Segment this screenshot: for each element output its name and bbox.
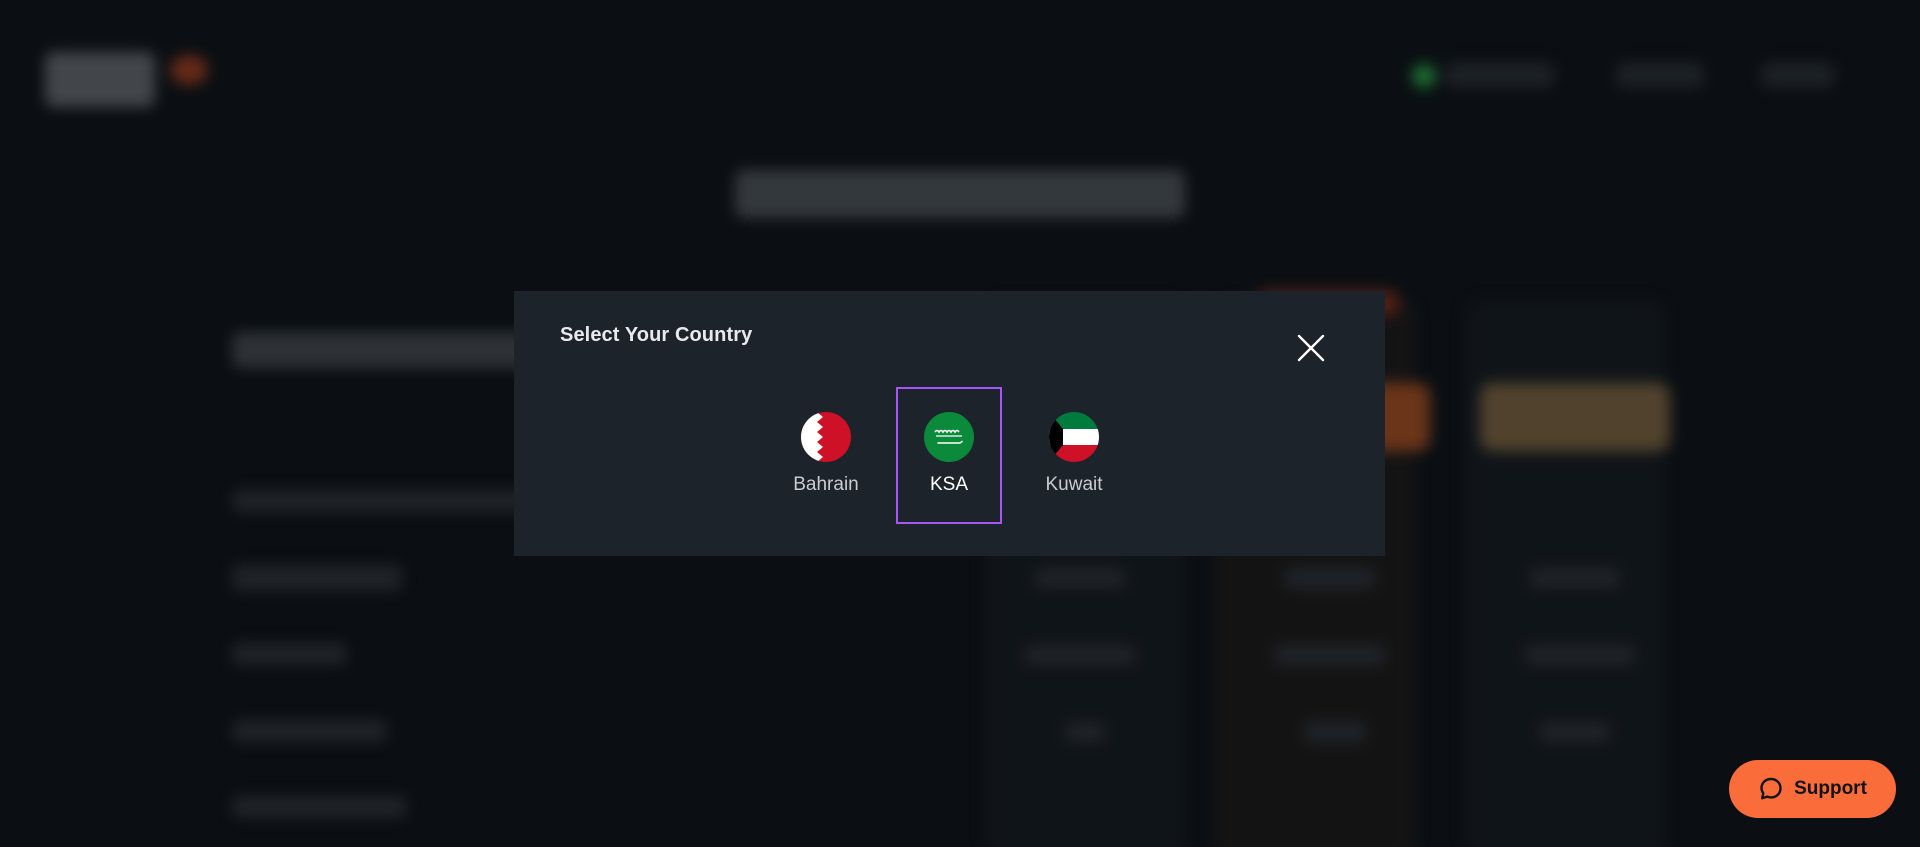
modal-title: Select Your Country	[560, 324, 753, 346]
text-line	[1275, 645, 1385, 665]
text-line	[1285, 568, 1375, 588]
country-label: Kuwait	[1045, 474, 1103, 495]
plan-button	[1480, 383, 1670, 451]
country-label: Bahrain	[793, 474, 859, 495]
text-line	[1305, 722, 1365, 742]
logo	[45, 52, 155, 107]
bahrain-flag-icon	[801, 412, 851, 462]
country-label: KSA	[929, 474, 969, 495]
support-button[interactable]: Support	[1729, 760, 1896, 818]
text-line	[232, 565, 402, 591]
saudi-arabia-flag-icon	[924, 412, 974, 462]
text-line	[1065, 722, 1105, 742]
country-option-bahrain[interactable]: Bahrain	[773, 387, 879, 524]
header-item	[1760, 62, 1835, 88]
header-item	[1445, 62, 1555, 88]
close-button[interactable]	[1296, 333, 1326, 363]
page-heading	[735, 170, 1185, 218]
support-label: Support	[1794, 778, 1867, 799]
text-line	[1540, 722, 1610, 742]
text-line	[232, 643, 347, 665]
country-option-ksa[interactable]: KSA	[896, 387, 1002, 524]
text-line	[1025, 645, 1135, 665]
country-option-kuwait[interactable]: Kuwait	[1021, 387, 1127, 524]
text-line	[232, 796, 407, 818]
logo-mark	[170, 55, 208, 85]
chat-bubble-icon	[1760, 777, 1782, 800]
country-select-modal: Select Your Country Bahrain KSA Kuwait	[514, 291, 1385, 556]
text-line	[1035, 568, 1125, 588]
kuwait-flag-icon	[1049, 412, 1099, 462]
close-icon	[1297, 334, 1325, 362]
header-item	[1615, 62, 1705, 88]
text-line	[232, 720, 387, 742]
status-indicator	[1412, 64, 1436, 88]
text-line	[1530, 568, 1620, 588]
text-line	[1525, 645, 1635, 665]
section-heading	[232, 332, 532, 368]
